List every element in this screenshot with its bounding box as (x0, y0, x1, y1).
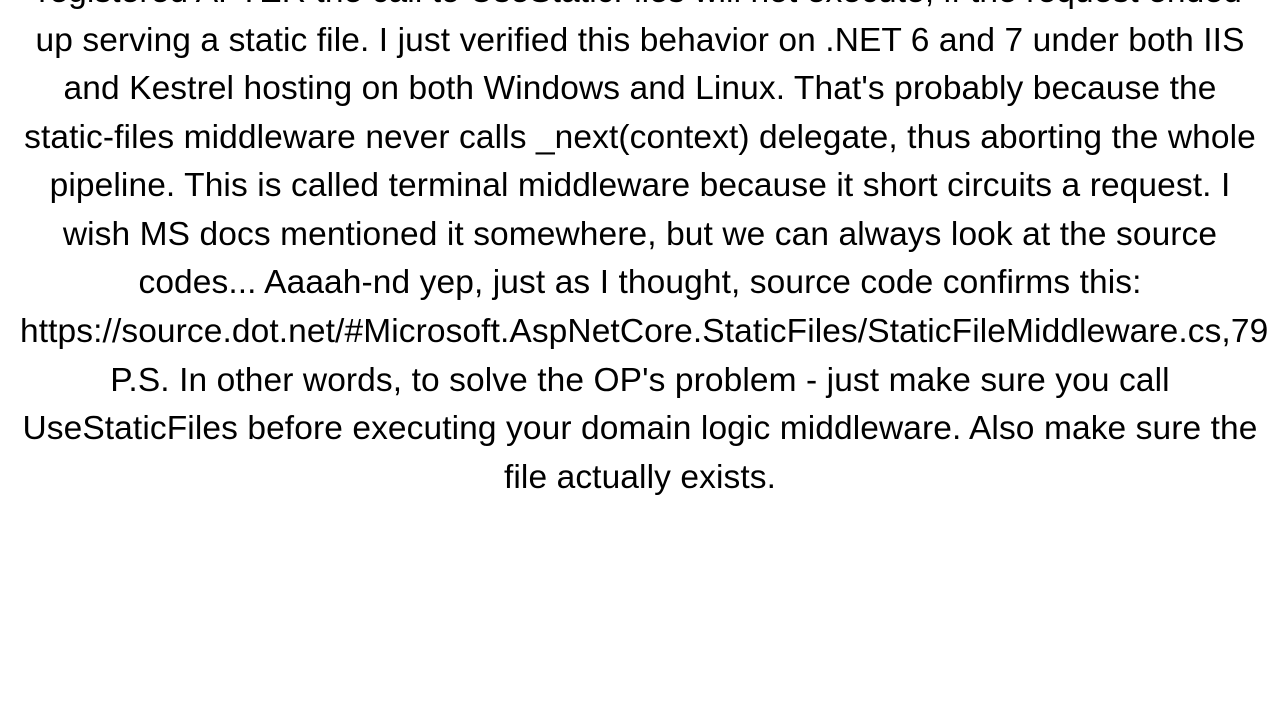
document-body-text: registered AFTER the call to UseStaticFi… (0, 0, 1280, 502)
